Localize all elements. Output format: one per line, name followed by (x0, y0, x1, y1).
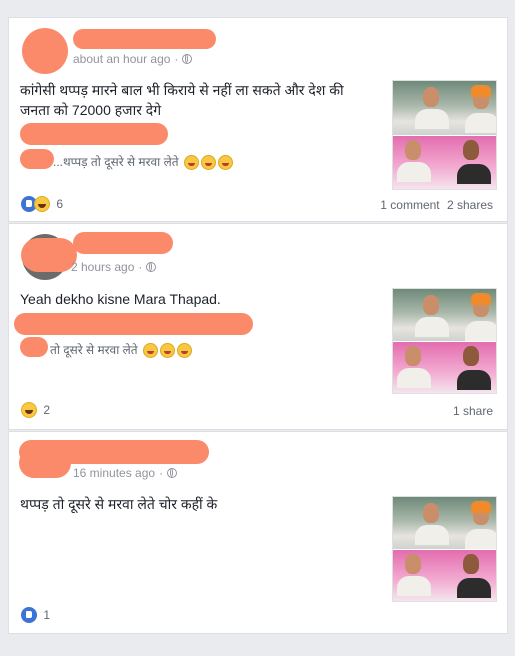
reaction-summary[interactable]: 1 (21, 607, 50, 623)
image-figure (463, 554, 479, 574)
like-reaction-icon (21, 607, 37, 623)
avatar[interactable] (22, 28, 68, 74)
image-figure (457, 578, 491, 598)
redacted-author-name (21, 238, 77, 272)
post-timestamp[interactable]: about an hour ago (73, 52, 170, 66)
reaction-count: 2 (43, 403, 51, 417)
meta-separator: · (174, 52, 179, 66)
image-figure (423, 87, 439, 107)
image-figure (405, 554, 421, 574)
haha-reaction-icon (21, 402, 37, 418)
redacted-text (20, 123, 168, 145)
post-image[interactable] (392, 288, 497, 394)
quoted-text-content: ...थप्पड़ तो दूसरे से मरवा लेते (53, 155, 179, 169)
post-meta: 16 minutes ago · (73, 466, 178, 480)
image-figure (423, 503, 439, 523)
emoji-icon (183, 155, 199, 171)
post-card: 2 hours ago · Yeah dekho kisne Mara Thap… (8, 223, 508, 430)
post-footer: 6 1 comment 2 shares (9, 193, 507, 221)
meta-separator: · (138, 260, 143, 274)
post-footer: 2 1 share (9, 399, 507, 427)
redacted-text (20, 337, 48, 357)
redacted-author-name (73, 232, 173, 254)
image-figure (471, 293, 491, 305)
image-figure (415, 525, 449, 545)
emoji-icon (200, 155, 216, 171)
image-figure (465, 529, 496, 549)
engagement-stats: 1 comment 2 shares (380, 198, 493, 212)
image-figure (471, 501, 491, 513)
image-figure (465, 113, 496, 133)
emoji-icon (159, 343, 175, 359)
image-figure (397, 368, 431, 388)
image-figure (471, 85, 491, 97)
image-figure (463, 140, 479, 160)
globe-icon[interactable] (167, 468, 178, 478)
reaction-summary[interactable]: 2 (21, 402, 50, 418)
globe-icon[interactable] (146, 262, 157, 272)
share-count[interactable]: 1 share (453, 404, 493, 418)
post-card: 16 minutes ago · थप्पड़ तो दूसरे से मरवा… (8, 431, 508, 634)
post-body-line: Yeah dekho kisne Mara Thapad. (20, 291, 221, 307)
emoji-icon (142, 343, 158, 359)
reaction-count: 6 (56, 197, 64, 211)
image-panel (393, 341, 496, 393)
post-footer: 1 (9, 604, 507, 632)
post-timestamp[interactable]: 2 hours ago (71, 260, 134, 274)
post-body: Yeah dekho kisne Mara Thapad. (20, 289, 385, 309)
image-figure (397, 162, 431, 182)
image-panel (393, 289, 496, 341)
reaction-summary[interactable]: 6 (21, 196, 63, 212)
post-image[interactable] (392, 496, 497, 602)
image-figure (405, 140, 421, 160)
image-figure (415, 109, 449, 129)
post-meta: about an hour ago · (73, 52, 193, 66)
post-body: थप्पड़ तो दूसरे से मरवा लेते चोर कहीं के (20, 494, 385, 514)
image-figure (423, 295, 439, 315)
globe-icon[interactable] (182, 54, 193, 64)
emoji-icon (176, 343, 192, 359)
redacted-author-name (73, 29, 216, 49)
post-body-line: जनता को 72000 हजार देगे (20, 102, 162, 118)
redacted-text (20, 149, 54, 169)
image-panel (393, 549, 496, 601)
image-panel (393, 135, 496, 189)
image-figure (397, 576, 431, 596)
image-panel (393, 497, 496, 549)
meta-separator: · (159, 466, 164, 480)
image-figure (457, 164, 491, 184)
quoted-text: ...थप्पड़ तो दूसरे से मरवा लेते (53, 153, 233, 171)
image-panel (393, 81, 496, 135)
post-card: about an hour ago · कांगेसी थप्पड़ मारने… (8, 17, 508, 222)
quoted-text-content: तो दूसरे से मरवा लेते (50, 343, 138, 357)
image-figure (415, 317, 449, 337)
post-body-line: थप्पड़ तो दूसरे से मरवा लेते चोर कहीं के (20, 496, 218, 512)
reaction-count: 1 (43, 608, 51, 622)
image-figure (457, 370, 491, 390)
post-body-line: कांगेसी थप्पड़ मारने बाल भी किराये से नह… (20, 82, 344, 98)
image-figure (465, 321, 496, 341)
redacted-text (14, 313, 253, 335)
comment-count[interactable]: 1 comment (380, 198, 439, 212)
post-body: कांगेसी थप्पड़ मारने बाल भी किराये से नह… (20, 80, 385, 120)
image-figure (405, 346, 421, 366)
post-meta: 2 hours ago · (71, 260, 157, 274)
engagement-stats: 1 share (453, 404, 493, 418)
share-count[interactable]: 2 shares (447, 198, 493, 212)
emoji-icon (217, 155, 233, 171)
post-image[interactable] (392, 80, 497, 190)
haha-reaction-icon (34, 196, 50, 212)
image-figure (463, 346, 479, 366)
quoted-text: तो दूसरे से मरवा लेते (50, 341, 192, 359)
post-timestamp[interactable]: 16 minutes ago (73, 466, 155, 480)
redacted-author-name (19, 448, 71, 478)
